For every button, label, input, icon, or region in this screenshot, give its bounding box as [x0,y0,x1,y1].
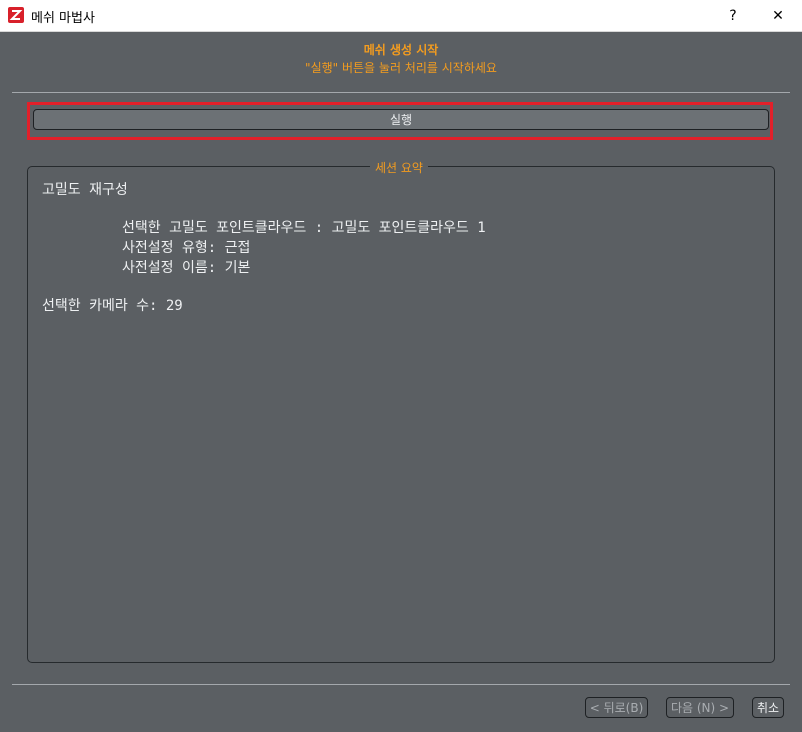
summary-heading: 고밀도 재구성 [42,182,128,198]
next-button[interactable]: 다음 (N) > [666,697,734,718]
app-logo-icon [8,7,24,23]
back-button[interactable]: < 뒤로(B) [585,697,648,718]
close-button[interactable]: ✕ [755,0,801,31]
summary-line-preset-name: 사전설정 이름: 기본 [122,260,251,276]
session-summary-title: 세션 요약 [370,159,428,176]
page-subtitle: "실행" 버튼을 눌러 처리를 시작하세요 [305,61,497,75]
summary-line-camera-count: 선택한 카메라 수: 29 [42,298,183,314]
run-button[interactable]: 실행 [33,109,769,130]
help-button[interactable]: ? [710,0,756,31]
title-bar: 메쉬 마법사 ? ✕ [0,0,802,32]
page-title: 메쉬 생성 시작 [363,43,439,57]
summary-line-preset-type: 사전설정 유형: 근접 [122,240,251,256]
summary-line-pointcloud: 선택한 고밀도 포인트클라우드 : 고밀도 포인트클라우드 1 [122,220,486,236]
window-title: 메쉬 마법사 [31,11,95,26]
header-divider [12,92,790,93]
cancel-button[interactable]: 취소 [752,697,784,718]
footer-divider [12,684,790,685]
